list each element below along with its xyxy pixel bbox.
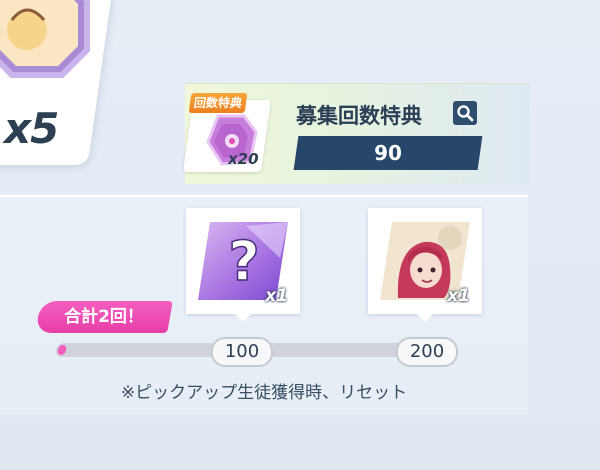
reward-quantity: x1 [447,286,470,306]
multiplier-label: x5 [4,104,59,153]
recruit-count-value: 90 [374,141,402,165]
svg-text:?: ? [228,230,259,293]
info-search-button[interactable] [453,101,477,125]
student-portrait-frame [0,0,90,78]
bonus-item-quantity: x20 [228,150,259,168]
count-bonus-badge: 回数特典 [188,93,248,113]
total-count-label: 合計2回！ [64,307,144,327]
milestone-200: 200 [396,337,458,367]
search-icon [457,105,474,122]
count-bonus-title: 募集回数特典 [296,104,422,128]
milestone-100: 100 [211,337,273,367]
reward-card-100[interactable]: ? x1 [186,208,300,322]
reward-quantity: x1 [265,286,288,306]
reward-card-200[interactable]: x1 [368,208,482,322]
reset-note: ※ピックアップ生徒獲得時、リセット [120,383,408,403]
